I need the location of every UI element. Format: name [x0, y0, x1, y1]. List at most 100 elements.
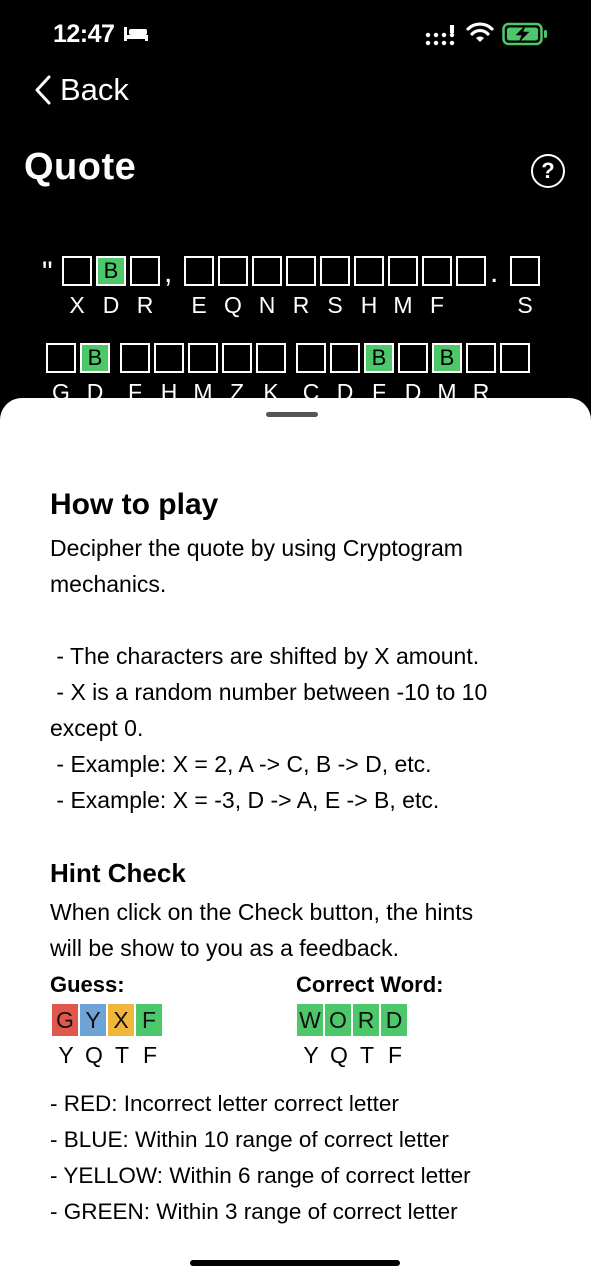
- correct-word-label: Correct Word:: [296, 972, 444, 997]
- legend-red: - RED: Incorrect letter correct letter: [50, 1091, 399, 1116]
- status-bar: 12:47: [0, 0, 591, 64]
- hint-check-title: Hint Check: [50, 858, 186, 888]
- letter-cell[interactable]: [218, 256, 248, 286]
- home-indicator: [190, 1260, 400, 1266]
- cipher-letter: R: [136, 292, 154, 318]
- how-to-play-intro: Decipher the quote by using Cryptogram m…: [50, 530, 550, 602]
- hint-tile-red: G: [52, 1004, 78, 1036]
- cipher-letter: Q: [330, 1042, 348, 1068]
- cipher-letter: Y: [303, 1042, 319, 1068]
- letter-cell[interactable]: [510, 256, 540, 286]
- cipher-letter: D: [102, 292, 120, 318]
- cipher-letter: H: [360, 292, 378, 318]
- letter-cell[interactable]: [286, 256, 316, 286]
- cipher-letter: Q: [85, 1042, 103, 1068]
- letter-cell[interactable]: [500, 343, 530, 373]
- legend-blue: - BLUE: Within 10 range of correct lette…: [50, 1127, 449, 1152]
- letter-cell[interactable]: [398, 343, 428, 373]
- wifi-icon: [466, 22, 494, 42]
- cipher-letter: X: [69, 292, 85, 318]
- letter-cell[interactable]: [130, 256, 160, 286]
- letter-cell[interactable]: [466, 343, 496, 373]
- cipher-letter: Q: [224, 292, 242, 318]
- status-time: 12:47: [53, 20, 115, 48]
- rule-item: - Example: X = 2, A -> C, B -> D, etc.: [50, 751, 432, 777]
- hint-tile-green: O: [325, 1004, 351, 1036]
- letter-cell[interactable]: [330, 343, 360, 373]
- letter-cell[interactable]: [256, 343, 286, 373]
- letter-cell[interactable]: [422, 256, 452, 286]
- hint-desc-line: When click on the Check button, the hint…: [50, 899, 474, 925]
- hint-desc-line: will be show to you as a feedback.: [50, 935, 400, 961]
- help-button[interactable]: ?: [531, 154, 565, 188]
- how-to-play-sheet: How to play Decipher the quote by using …: [0, 398, 591, 1280]
- puzzle-word: S: [510, 256, 540, 319]
- cipher-letter: S: [517, 292, 533, 318]
- correct-word-tiles: WORD: [297, 1004, 409, 1036]
- cipher-letter: [456, 292, 486, 319]
- rules-list: - The characters are shifted by X amount…: [50, 638, 550, 818]
- cellular-signal-icon: [425, 25, 455, 46]
- letter-cell[interactable]: [456, 256, 486, 286]
- cipher-letter: S: [327, 292, 343, 318]
- color-legend: - RED: Incorrect letter correct letter -…: [50, 1086, 550, 1230]
- puzzle-word: BXDR: [62, 256, 160, 319]
- letter-cell[interactable]: [354, 256, 384, 286]
- cipher-letter: Y: [58, 1042, 74, 1068]
- legend-green: - GREEN: Within 3 range of correct lette…: [50, 1199, 458, 1224]
- hint-tile-green: W: [297, 1004, 323, 1036]
- hint-tile-green: F: [136, 1004, 162, 1036]
- letter-cell[interactable]: [188, 343, 218, 373]
- open-quote-mark: ": [42, 256, 53, 289]
- letter-cell[interactable]: B: [96, 256, 126, 286]
- puzzle-row-1: " B X D R, E Q N R S H M F. S: [42, 256, 550, 319]
- hint-tile-green: R: [353, 1004, 379, 1036]
- puzzle-word: FHMZK: [120, 343, 286, 406]
- page-title: Quote: [24, 146, 137, 188]
- cipher-letter: N: [258, 292, 276, 318]
- rule-item: - The characters are shifted by X amount…: [50, 643, 480, 669]
- letter-cell[interactable]: [154, 343, 184, 373]
- letter-cell[interactable]: [388, 256, 418, 286]
- cipher-letter: F: [142, 1042, 158, 1068]
- cipher-letter: M: [393, 292, 413, 318]
- back-label: Back: [60, 72, 129, 107]
- letter-cell[interactable]: [120, 343, 150, 373]
- letter-cell[interactable]: B: [80, 343, 110, 373]
- letter-cell[interactable]: [46, 343, 76, 373]
- intro-line: Decipher the quote by using Cryptogram: [50, 535, 463, 561]
- letter-cell[interactable]: [222, 343, 252, 373]
- sheet-grabber[interactable]: [266, 412, 318, 417]
- cipher-letter: F: [387, 1042, 403, 1068]
- letter-cell[interactable]: B: [432, 343, 462, 373]
- puzzle-word: BBCDFDMR: [296, 343, 530, 406]
- guess-label: Guess:: [50, 972, 125, 997]
- guess-tiles: GYXF: [52, 1004, 164, 1036]
- battery-charging-icon: [502, 22, 547, 46]
- chevron-left-icon: [35, 75, 51, 105]
- guess-cipher-letters: YQTF: [52, 1042, 164, 1069]
- puzzle-row-2: BGDFHMZKBBCDFDMR: [46, 343, 540, 406]
- puzzle-word: EQNRSHMF: [184, 256, 486, 319]
- hint-check-description: When click on the Check button, the hint…: [50, 894, 550, 966]
- bed-icon: [124, 27, 148, 41]
- puzzle-word: BGD: [46, 343, 110, 406]
- letter-cell[interactable]: [320, 256, 350, 286]
- hint-tile-yellow: X: [108, 1004, 134, 1036]
- cipher-letter: E: [191, 292, 207, 318]
- cipher-letter: T: [114, 1042, 130, 1068]
- letter-cell[interactable]: [62, 256, 92, 286]
- rule-item-continuation: except 0.: [50, 715, 144, 741]
- intro-line: mechanics.: [50, 571, 167, 597]
- hint-tile-blue: Y: [80, 1004, 106, 1036]
- letter-cell[interactable]: [296, 343, 326, 373]
- cipher-letter: F: [429, 292, 445, 318]
- rule-item: - X is a random number between -10 to 10: [50, 679, 488, 705]
- back-button[interactable]: Back: [34, 70, 129, 110]
- cipher-letter: R: [292, 292, 310, 318]
- letter-cell[interactable]: [252, 256, 282, 286]
- letter-cell[interactable]: B: [364, 343, 394, 373]
- letter-cell[interactable]: [184, 256, 214, 286]
- punctuation-mark: .: [490, 256, 499, 289]
- legend-yellow: - YELLOW: Within 6 range of correct lett…: [50, 1163, 471, 1188]
